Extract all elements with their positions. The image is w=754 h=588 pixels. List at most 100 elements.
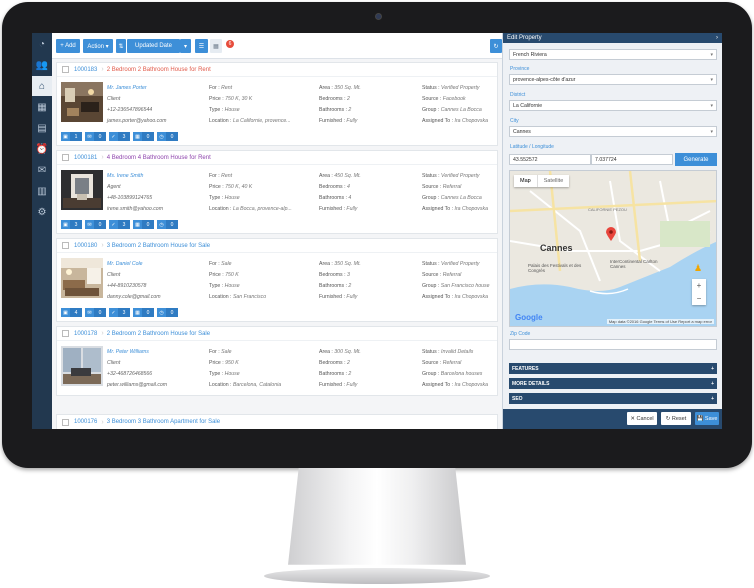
status-value: Invalid Details	[441, 349, 474, 355]
add-button[interactable]: + Add	[56, 39, 80, 53]
photos-chip[interactable]: ▣ 1	[61, 132, 82, 141]
street-view-icon[interactable]: ♟	[692, 263, 704, 277]
property-card[interactable]: 1000181 › 4 Bedroom 4 Bathroom House for…	[56, 150, 498, 234]
property-id[interactable]: 1000180	[74, 243, 97, 249]
save-button[interactable]: 💾 Save	[695, 412, 719, 425]
collapse-icon[interactable]: ›	[716, 35, 718, 41]
contacts-icon[interactable]: 👥	[32, 55, 52, 75]
latitude-input[interactable]: 43.552572	[509, 154, 591, 165]
property-id[interactable]: 1000181	[74, 155, 97, 161]
features-accordion[interactable]: FEATURES +	[509, 363, 717, 374]
assigned-value: Ira Chopovska	[454, 118, 488, 124]
events-chip[interactable]: ▦ 0	[133, 308, 154, 317]
property-thumbnail[interactable]	[61, 170, 103, 210]
activity-chips: ▣ 1 ✉ 0 ✓ 3 ▦ 0 ◷ 0	[61, 132, 181, 141]
zip-input[interactable]	[509, 339, 717, 350]
clock-icon: ◷	[157, 308, 166, 317]
agent-name[interactable]: Ms. Irene Smith	[107, 171, 163, 182]
app-screen: ◔ 👥 ⌂ ▦ ▤ ⏰ ✉ ▥ ⚙ + Add Action ▾ ⇅ Updat…	[32, 33, 722, 429]
location-map[interactable]: Map Satellite Cannes Palais des Festival…	[509, 170, 717, 327]
reset-button[interactable]: ↻ Reset	[661, 412, 691, 425]
select-checkbox[interactable]	[62, 154, 69, 161]
property-thumbnail[interactable]	[61, 82, 103, 122]
more-details-accordion[interactable]: MORE DETAILS +	[509, 378, 717, 389]
reminders-chip[interactable]: ◷ 0	[157, 308, 178, 317]
property-card[interactable]: 1000183 › 2 Bedroom 2 Bathroom House for…	[56, 62, 498, 146]
property-id[interactable]: 1000176	[74, 419, 97, 425]
zoom-out-icon[interactable]: −	[697, 294, 702, 303]
property-thumbnail[interactable]	[61, 258, 103, 298]
buildings-icon[interactable]: ▦	[32, 97, 52, 117]
clipboard-icon[interactable]: ▤	[32, 118, 52, 138]
city-select[interactable]: Cannes ▾	[509, 126, 717, 137]
select-checkbox[interactable]	[62, 330, 69, 337]
property-list: 1000183 › 2 Bedroom 2 Bathroom House for…	[52, 60, 502, 429]
type-value: House	[224, 371, 240, 377]
tasks-chip[interactable]: ✓ 3	[109, 308, 130, 317]
list-view-icon[interactable]: ☰	[195, 39, 208, 53]
city-label: City	[510, 118, 519, 124]
sort-field-dropdown[interactable]: Updated Date	[127, 39, 180, 53]
tasks-chip[interactable]: ✓ 3	[109, 132, 130, 141]
map-marker-icon[interactable]	[606, 227, 616, 241]
property-id[interactable]: 1000183	[74, 67, 97, 73]
events-chip[interactable]: ▦ 0	[133, 220, 154, 229]
property-card[interactable]: 1000176 › 3 Bedroom 3 Bathroom Apartment…	[56, 414, 498, 429]
property-id[interactable]: 1000178	[74, 331, 97, 337]
messages-chip[interactable]: ✉ 0	[85, 220, 106, 229]
property-title[interactable]: 3 Bedroom 3 Bathroom Apartment for Sale	[107, 419, 220, 425]
grid-view-icon[interactable]: ▦	[210, 39, 222, 53]
agent-name[interactable]: Mr. James Porter	[107, 83, 166, 94]
bathrooms-value: 4	[348, 195, 352, 201]
sort-order-icon[interactable]: ⇅	[116, 39, 126, 53]
notification-badge[interactable]: 6	[226, 40, 234, 48]
messages-chip[interactable]: ✉ 0	[85, 308, 106, 317]
activity-chips: ▣ 4 ✉ 0 ✓ 3 ▦ 0 ◷ 0	[61, 308, 181, 317]
refresh-icon[interactable]: ↻	[490, 39, 502, 53]
photos-chip[interactable]: ▣ 4	[61, 308, 82, 317]
property-title[interactable]: 4 Bedroom 4 Bathroom House for Rent	[107, 155, 211, 161]
seo-accordion[interactable]: SEO +	[509, 393, 717, 404]
details-column-3: Status : Verified Property Source : Refe…	[422, 259, 490, 303]
property-card[interactable]: 1000178 › 2 Bedroom 2 Bathroom House for…	[56, 326, 498, 396]
agent-name[interactable]: Mr. Peter Williams	[107, 347, 167, 358]
region-select[interactable]: French Riviera ▾	[509, 49, 717, 60]
select-checkbox[interactable]	[62, 242, 69, 249]
generate-button[interactable]: Generate	[675, 153, 717, 166]
select-checkbox[interactable]	[62, 418, 69, 426]
property-card[interactable]: 1000180 › 3 Bedroom 2 Bathroom House for…	[56, 238, 498, 322]
group-value: Cannes La Bocca	[440, 195, 482, 201]
chip-count: 0	[94, 308, 106, 317]
satellite-tab[interactable]: Satellite	[536, 175, 570, 187]
alarm-icon[interactable]: ⏰	[32, 139, 52, 159]
longitude-input[interactable]: 7.037724	[591, 154, 673, 165]
reminders-chip[interactable]: ◷ 0	[157, 132, 178, 141]
property-title[interactable]: 2 Bedroom 2 Bathroom House for Rent	[107, 67, 211, 73]
province-select[interactable]: provence-alpes-côte d'azur ▾	[509, 74, 717, 85]
map-attribution[interactable]: Map data ©2016 Google Terms of Use Repor…	[606, 319, 714, 324]
map-tab[interactable]: Map	[514, 175, 537, 187]
furnished-label: Furnished :	[319, 294, 345, 300]
property-thumbnail[interactable]	[61, 346, 103, 386]
property-title[interactable]: 2 Bedroom 2 Bathroom House for Sale	[107, 331, 210, 337]
tasks-chip[interactable]: ✓ 3	[109, 220, 130, 229]
type-value: House	[224, 195, 240, 201]
select-checkbox[interactable]	[62, 66, 69, 73]
property-title[interactable]: 3 Bedroom 2 Bathroom House for Sale	[107, 243, 210, 249]
events-chip[interactable]: ▦ 0	[133, 132, 154, 141]
reminders-chip[interactable]: ◷ 0	[157, 220, 178, 229]
reports-icon[interactable]: ▥	[32, 181, 52, 201]
photos-chip[interactable]: ▣ 3	[61, 220, 82, 229]
district-select[interactable]: La Californie ▾	[509, 100, 717, 111]
furnished-label: Furnished :	[319, 118, 345, 124]
agent-name[interactable]: Mr. Daniel Cole	[107, 259, 161, 270]
messages-chip[interactable]: ✉ 0	[85, 132, 106, 141]
dashboard-icon[interactable]: ◔	[32, 34, 52, 54]
settings-icon[interactable]: ⚙	[32, 202, 52, 222]
sort-caret-icon[interactable]: ▾	[180, 39, 191, 53]
properties-icon[interactable]: ⌂	[32, 76, 52, 96]
mail-icon[interactable]: ✉	[32, 160, 52, 180]
zoom-in-icon[interactable]: +	[697, 281, 702, 290]
action-dropdown[interactable]: Action ▾	[83, 39, 113, 53]
cancel-button[interactable]: ✕ Cancel	[627, 412, 657, 425]
